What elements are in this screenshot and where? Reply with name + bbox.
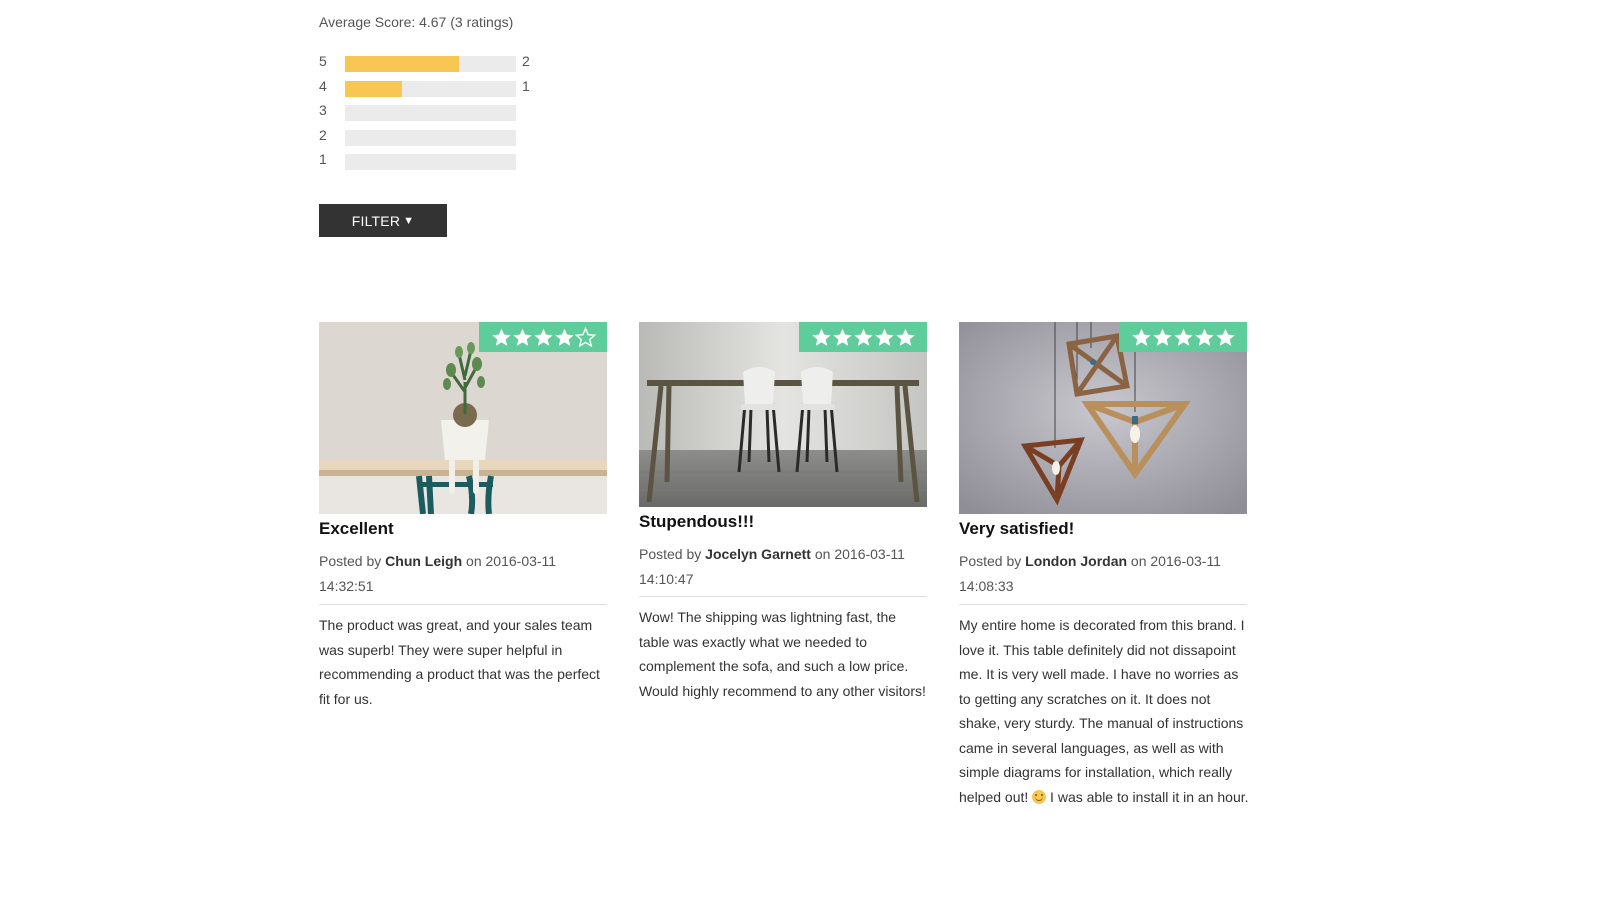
review-card: Stupendous!!! Posted by Jocelyn Garnett …	[639, 322, 927, 699]
star-filled-icon	[554, 328, 574, 346]
review-meta: Posted by London Jordan on 2016-03-11 14…	[959, 549, 1247, 598]
review-meta: Posted by Chun Leigh on 2016-03-11 14:32…	[319, 549, 607, 598]
review-author: Chun Leigh	[385, 553, 463, 569]
histogram-fill	[345, 56, 460, 72]
posted-prefix: Posted by	[639, 546, 706, 562]
divider	[959, 604, 1247, 605]
star-filled-icon	[512, 328, 532, 346]
histogram-row-3[interactable]: 3	[319, 101, 559, 126]
star-filled-icon	[1152, 328, 1172, 346]
histogram-count: 1	[522, 77, 530, 94]
histogram-star-label: 3	[319, 102, 327, 118]
star-filled-icon	[874, 328, 894, 346]
rating-stars-badge	[1119, 322, 1247, 352]
histogram-row-4[interactable]: 4 1	[319, 77, 559, 102]
average-score: Average Score: 4.67 (3 ratings)	[319, 14, 514, 30]
review-body-text-end: I was able to install it in an hour.	[1046, 788, 1249, 805]
posted-prefix: Posted by	[319, 553, 386, 569]
review-title: Stupendous!!!	[639, 512, 755, 531]
star-empty-icon	[574, 326, 596, 347]
histogram-track	[345, 105, 516, 121]
review-body: The product was great, and your sales te…	[319, 617, 600, 707]
divider	[639, 596, 927, 597]
star-filled-icon	[853, 328, 873, 346]
review-meta: Posted by Jocelyn Garnett on 2016-03-11 …	[639, 542, 927, 591]
review-body-text: My entire home is decorated from this br…	[959, 617, 1245, 805]
histogram-row-5[interactable]: 5 2	[319, 52, 559, 77]
filter-button[interactable]: FILTER ▼	[319, 204, 447, 237]
star-filled-icon	[1215, 328, 1235, 346]
rating-histogram: 5 2 4 1 3 2 1	[319, 52, 559, 175]
histogram-count: 2	[522, 53, 530, 69]
review-photo-lamps[interactable]	[959, 322, 1247, 514]
histogram-star-label: 4	[319, 77, 327, 94]
histogram-track	[345, 154, 516, 170]
histogram-row-2[interactable]: 2	[319, 126, 559, 151]
star-filled-icon	[533, 328, 553, 346]
review-card: Excellent Posted by Chun Leigh on 2016-0…	[319, 322, 607, 707]
histogram-star-label: 2	[319, 126, 327, 143]
review-author: London Jordan	[1025, 553, 1128, 569]
star-filled-icon	[1173, 328, 1193, 346]
review-body: Wow! The shipping was lightning fast, th…	[639, 609, 926, 699]
histogram-star-label: 1	[319, 151, 327, 167]
histogram-star-label: 5	[319, 53, 327, 69]
review-author: Jocelyn Garnett	[705, 546, 811, 562]
star-filled-icon	[1194, 328, 1214, 346]
review-card: Very satisfied! Posted by London Jordan …	[959, 322, 1249, 805]
star-filled-icon	[832, 328, 852, 346]
review-photo-table[interactable]	[639, 322, 927, 507]
histogram-track	[345, 129, 516, 146]
star-filled-icon	[811, 328, 831, 346]
divider	[319, 604, 607, 605]
rating-stars-badge	[799, 322, 927, 352]
review-photo-plant[interactable]	[319, 322, 607, 514]
review-title: Excellent	[319, 519, 394, 538]
filter-label: FILTER	[351, 212, 401, 229]
histogram-fill	[345, 80, 402, 97]
rating-stars-badge	[479, 322, 607, 352]
star-filled-icon	[895, 328, 915, 346]
star-filled-icon	[1131, 328, 1151, 346]
histogram-track	[345, 80, 516, 97]
smiley-icon	[1032, 789, 1047, 804]
posted-prefix: Posted by	[959, 553, 1026, 569]
caret-down-icon: ▼	[403, 214, 415, 227]
review-title: Very satisfied!	[959, 519, 1075, 538]
histogram-row-1[interactable]: 1	[319, 150, 559, 175]
review-body: My entire home is decorated from this br…	[959, 613, 1249, 809]
star-filled-icon	[491, 328, 511, 346]
histogram-track	[345, 56, 516, 72]
